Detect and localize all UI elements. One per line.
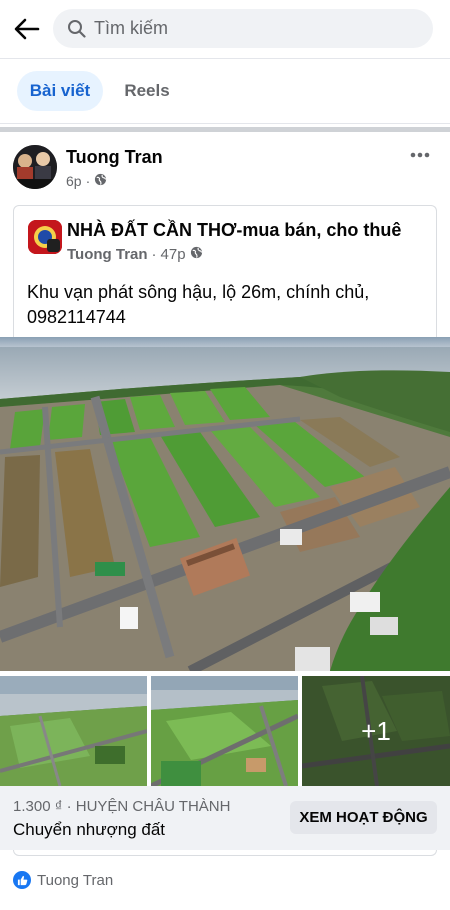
photo-thumbnail[interactable]	[151, 676, 298, 786]
main-photo[interactable]	[0, 337, 450, 671]
photo-thumbnail-more[interactable]: +1	[302, 676, 450, 786]
more-photos-count: +1	[302, 676, 450, 786]
photo-thumbnails: +1	[0, 676, 450, 786]
search-input[interactable]: Tìm kiếm	[53, 9, 433, 48]
post-text: Khu vạn phát sông hậu, lộ 26m, chính chủ…	[27, 282, 370, 327]
shared-card-bottom-border	[13, 850, 437, 856]
reactions-bar[interactable]: Tuong Tran	[13, 868, 113, 892]
more-options-button[interactable]	[406, 146, 434, 164]
like-icon	[13, 871, 31, 889]
shared-post-time: 47p	[160, 246, 186, 263]
view-activity-button[interactable]: XEM HOẠT ĐỘNG	[290, 801, 437, 834]
meta-dot: ·	[151, 246, 157, 263]
section-divider	[0, 127, 450, 132]
listing-price-location: 1.300 ₫ · HUYỆN CHÂU THÀNH	[13, 798, 231, 815]
reactor-name: Tuong Tran	[37, 871, 114, 889]
globe-icon	[190, 246, 203, 263]
post-time: 6p	[66, 173, 82, 189]
post-header: Tuong Tran 6p ·	[0, 140, 450, 198]
post-meta: 6p ·	[66, 173, 107, 189]
more-dots-icon	[410, 152, 430, 158]
tab-reels[interactable]: Reels	[112, 71, 182, 111]
post-author-name[interactable]: Tuong Tran	[66, 147, 163, 168]
shared-post-card[interactable]: NHÀ ĐẤT CẦN THƠ-mua bán, cho thuê Tuong …	[13, 205, 437, 337]
filter-tabs: Bài viết Reels	[0, 58, 450, 124]
back-arrow-icon	[14, 18, 40, 40]
search-placeholder: Tìm kiếm	[94, 18, 168, 38]
search-icon	[66, 19, 86, 39]
top-bar: Tìm kiếm	[0, 0, 450, 58]
author-avatar[interactable]	[13, 145, 57, 189]
shared-post-meta: Tuong Tran · 47p	[67, 246, 203, 263]
tab-posts[interactable]: Bài viết	[17, 71, 103, 111]
shared-author-name[interactable]: Tuong Tran	[67, 246, 148, 263]
group-avatar[interactable]	[28, 220, 62, 254]
photo-thumbnail[interactable]	[0, 676, 147, 786]
group-name[interactable]: NHÀ ĐẤT CẦN THƠ-mua bán, cho thuê	[67, 220, 401, 241]
back-button[interactable]	[10, 12, 44, 46]
globe-icon	[94, 173, 107, 189]
meta-dot: ·	[85, 173, 91, 189]
listing-title[interactable]: Chuyển nhượng đất	[13, 820, 165, 840]
listing-info: 1.300 ₫ · HUYỆN CHÂU THÀNH Chuyển nhượng…	[0, 786, 450, 850]
